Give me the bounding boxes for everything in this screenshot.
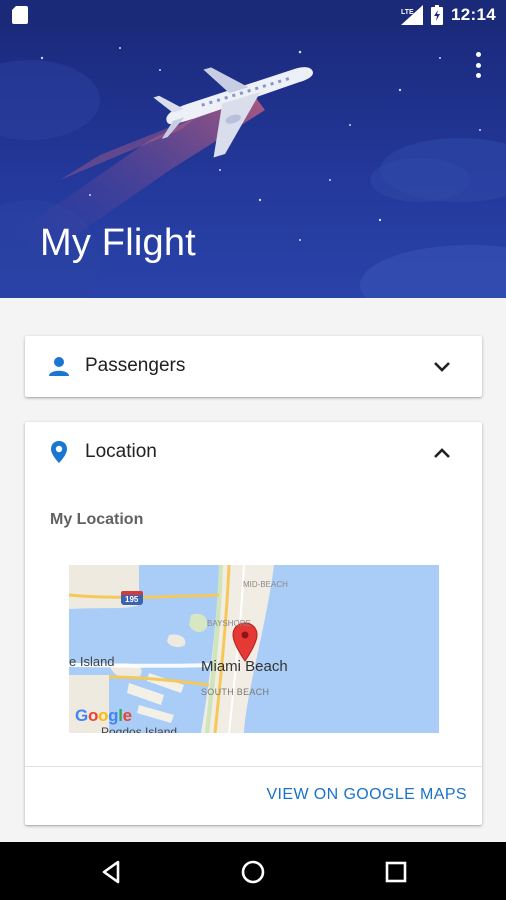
svg-text:195: 195 — [125, 595, 139, 604]
back-icon[interactable] — [98, 858, 126, 886]
svg-text:LTE: LTE — [401, 9, 414, 16]
recents-icon[interactable] — [382, 858, 410, 886]
location-map[interactable]: 195 MID-BEACH BAYSHORE Miami Beach SOUTH… — [69, 565, 439, 733]
chevron-down-icon[interactable] — [430, 356, 454, 378]
section-label-my-location: My Location — [50, 511, 144, 528]
map-label-bayshore: BAYSHORE — [207, 619, 251, 628]
person-icon — [49, 357, 69, 376]
signal-icon: LTE — [401, 5, 424, 25]
navigation-bar — [0, 842, 506, 900]
home-icon[interactable] — [239, 858, 267, 886]
location-card: Location My Location 195 MID-BEACH BAYSH… — [25, 422, 482, 825]
location-pin-icon — [51, 441, 67, 463]
map-label-city: Miami Beach — [201, 658, 288, 675]
map-label-mid-beach: MID-BEACH — [243, 580, 288, 589]
clock-time: 12:14 — [451, 5, 496, 24]
passengers-label: Passengers — [85, 355, 186, 376]
page-title: My Flight — [40, 222, 196, 264]
status-bar: LTE 12:14 — [0, 0, 506, 30]
passengers-card: Passengers — [25, 336, 482, 397]
chevron-up-icon[interactable] — [430, 442, 454, 464]
sim-card-icon — [12, 6, 28, 24]
map-label-partial-island: Pogdos Island — [101, 725, 178, 733]
location-header[interactable]: Location — [25, 422, 482, 483]
status-icons: LTE 12:14 — [401, 4, 496, 26]
map-label-south-beach: SOUTH BEACH — [201, 687, 270, 697]
view-on-google-maps-button[interactable]: VIEW ON GOOGLE MAPS — [266, 786, 467, 804]
card-divider — [25, 766, 482, 767]
location-label: Location — [85, 441, 157, 462]
map-label-island: e Island — [69, 654, 115, 669]
google-logo: Google — [75, 706, 132, 725]
passengers-header[interactable]: Passengers — [25, 336, 482, 397]
battery-icon — [431, 5, 444, 25]
flight-header: My Flight — [0, 30, 506, 298]
overflow-menu-icon[interactable] — [468, 52, 488, 78]
